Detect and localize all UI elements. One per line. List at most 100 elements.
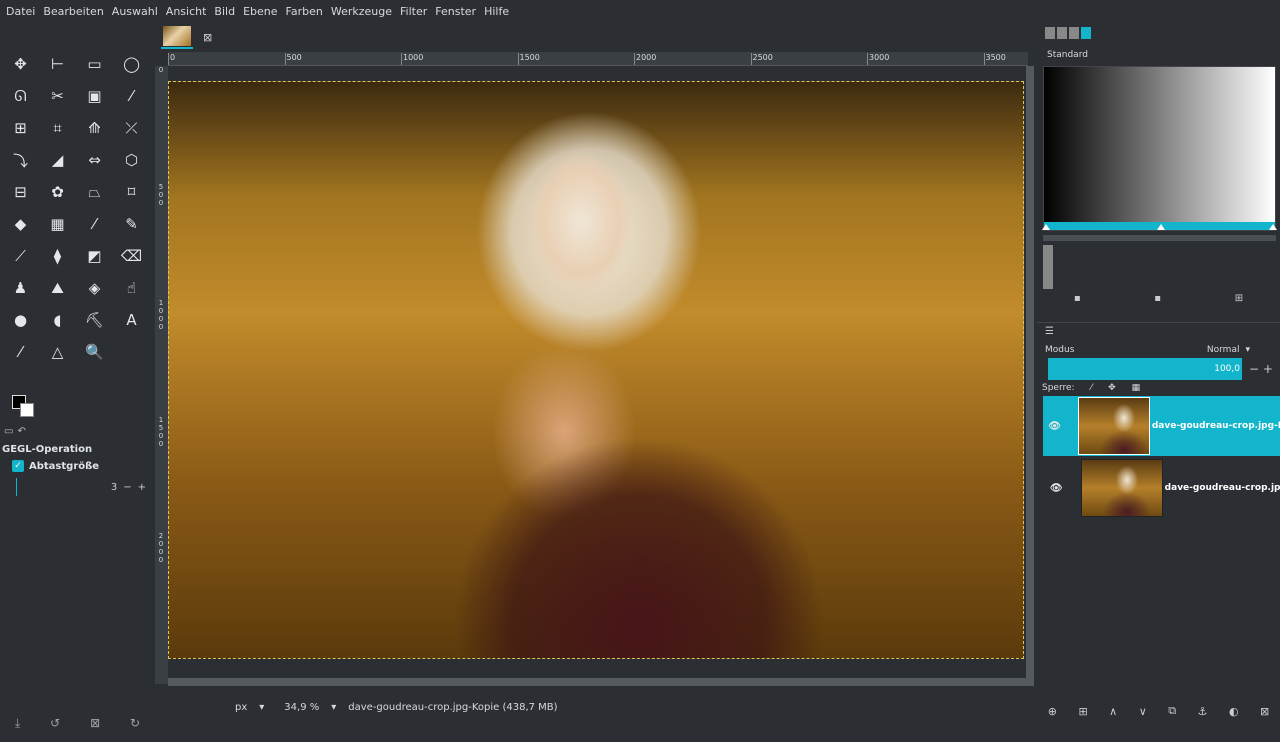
horizontal-ruler[interactable]: 0 500 1000 1500 2000 2500 3000 3500 — [168, 52, 1028, 66]
device-status-tab-icon[interactable]: ↶ — [17, 426, 25, 437]
plus-icon[interactable]: + — [138, 482, 146, 493]
horizontal-scrollbar[interactable] — [168, 678, 1028, 686]
color-select-icon[interactable]: ⊞ — [2, 112, 39, 144]
unified-transform-icon[interactable]: ⟰ — [76, 112, 113, 144]
bucket-fill-icon[interactable]: ⏢ — [76, 176, 113, 208]
chevron-down-icon[interactable]: ▾ — [259, 702, 264, 713]
brushes-tab[interactable] — [1045, 27, 1055, 39]
restore-options-icon[interactable]: ↺ — [50, 716, 60, 730]
clone-icon[interactable]: ♟ — [2, 272, 39, 304]
close-icon[interactable]: ⊠ — [203, 31, 212, 44]
free-select-icon[interactable]: ᘏ — [2, 80, 39, 112]
layer-row[interactable]: 👁 dave-goudreau-crop.jpg-Kopie — [1043, 396, 1280, 456]
color-swatches[interactable] — [12, 395, 42, 421]
sample-size-option[interactable]: ✓ Abtastgröße — [0, 457, 155, 475]
color-picker-icon[interactable]: ⁄ — [2, 336, 39, 368]
menu-item-fenster[interactable]: Fenster — [431, 5, 480, 18]
crop-icon[interactable]: ⌗ — [39, 112, 76, 144]
zoom-out-icon[interactable]: ▪ — [1074, 293, 1081, 304]
layer-name[interactable]: dave-goudreau-crop.jpg — [1165, 483, 1280, 493]
save-options-icon[interactable]: ⤓ — [15, 716, 20, 731]
patterns-tab[interactable] — [1057, 27, 1067, 39]
perspective-icon[interactable]: ⬡ — [113, 144, 150, 176]
menu-item-auswahl[interactable]: Auswahl — [108, 5, 162, 18]
mypaint-brush-icon[interactable]: ✿ — [39, 176, 76, 208]
background-color[interactable] — [20, 403, 34, 417]
gradient-stop-mid[interactable] — [1157, 224, 1165, 230]
airbrush-icon[interactable]: ⟋ — [2, 240, 39, 272]
paintbrush-icon[interactable]: ⁄ — [76, 208, 113, 240]
lock-position-icon[interactable]: ✥ — [1108, 383, 1116, 393]
handle-transform-icon[interactable]: ⇔ — [76, 144, 113, 176]
lock-alpha-icon[interactable]: ▦ — [1132, 383, 1141, 393]
smudge-fill-icon[interactable]: ◩ — [76, 240, 113, 272]
menu-item-werkzeuge[interactable]: Werkzeuge — [327, 5, 396, 18]
raise-layer-icon[interactable]: ∧ — [1109, 705, 1117, 718]
layers-tab-icon[interactable]: ☰ — [1045, 326, 1054, 337]
new-layer-icon[interactable]: ⊕ — [1048, 705, 1057, 718]
ellipse-select-icon[interactable]: ◯ — [113, 48, 150, 80]
gradients-tab[interactable] — [1081, 27, 1091, 39]
new-group-icon[interactable]: ⊞ — [1078, 705, 1087, 718]
eye-icon[interactable]: 👁 — [1043, 483, 1069, 494]
menu-item-filter[interactable]: Filter — [396, 5, 431, 18]
menu-item-bild[interactable]: Bild — [210, 5, 239, 18]
menu-item-bearbeiten[interactable]: Bearbeiten — [39, 5, 107, 18]
vertical-ruler[interactable]: 0 500 1000 1500 2000 — [155, 66, 168, 684]
move-icon[interactable]: ✥ — [2, 48, 39, 80]
mode-select[interactable]: Normal — [1207, 345, 1240, 355]
fuzzy-select-icon[interactable]: ⁄ — [113, 80, 150, 112]
sample-size-value[interactable]: 3 — [111, 482, 117, 493]
ink-icon[interactable]: ⧫ — [39, 240, 76, 272]
menu-item-farben[interactable]: Farben — [282, 5, 327, 18]
lower-layer-icon[interactable]: ∨ — [1139, 705, 1147, 718]
align-icon[interactable]: ⊢ — [39, 48, 76, 80]
minus-icon[interactable]: − — [123, 482, 131, 493]
blur-icon[interactable]: ◖ — [39, 304, 76, 336]
menu-item-hilfe[interactable]: Hilfe — [480, 5, 513, 18]
layer-row[interactable]: 👁 dave-goudreau-crop.jpg — [1043, 458, 1280, 518]
menu-item-ansicht[interactable]: Ansicht — [162, 5, 211, 18]
duplicate-layer-icon[interactable]: ⧉ — [1168, 704, 1176, 718]
text-icon[interactable]: A — [113, 304, 150, 336]
menu-item-datei[interactable]: Datei — [2, 5, 39, 18]
fonts-tab[interactable] — [1069, 27, 1079, 39]
gradient-stop-left[interactable] — [1042, 224, 1050, 230]
checkmark-icon[interactable]: ✓ — [12, 460, 24, 472]
heal-icon[interactable]: ⛰ — [39, 272, 76, 304]
gradient-stop-bar[interactable] — [1042, 222, 1277, 230]
foreground-select-icon[interactable]: ▣ — [76, 80, 113, 112]
unit-select[interactable]: px — [235, 702, 247, 713]
blend-icon[interactable]: ▦ — [39, 208, 76, 240]
perspective-clone-icon[interactable]: ◈ — [76, 272, 113, 304]
dodge-burn-icon[interactable]: ● — [2, 304, 39, 336]
minus-icon[interactable]: − — [1249, 362, 1259, 376]
shear-icon[interactable]: ◢ — [39, 144, 76, 176]
eraser-icon[interactable]: ⌫ — [113, 240, 150, 272]
smudge-icon[interactable]: ☝ — [113, 272, 150, 304]
image-tab[interactable] — [161, 25, 193, 49]
cage-transform-icon[interactable]: ⊟ — [2, 176, 39, 208]
layer-name[interactable]: dave-goudreau-crop.jpg-Kopie — [1152, 421, 1280, 431]
zoom-select[interactable]: 34,9 % — [284, 702, 319, 713]
mask-icon[interactable]: ◐ — [1229, 705, 1239, 718]
gradient-stop-right[interactable] — [1269, 224, 1277, 230]
chevron-down-icon[interactable]: ▾ — [331, 702, 336, 713]
paths-icon[interactable]: ⛏ — [76, 304, 113, 336]
reset-options-icon[interactable]: ↻ — [130, 716, 140, 730]
measure-icon[interactable]: △ — [39, 336, 76, 368]
sample-size-spinner[interactable]: 3 − + — [16, 478, 146, 496]
vertical-scrollbar[interactable] — [1026, 66, 1034, 686]
n-point-deform-icon[interactable]: ⌑ — [113, 176, 150, 208]
delete-layer-icon[interactable]: ⊠ — [1260, 705, 1269, 718]
plus-icon[interactable]: + — [1263, 362, 1273, 376]
lock-pixels-icon[interactable]: ⁄ — [1091, 383, 1093, 393]
zoom-in-icon[interactable]: ▪ — [1154, 293, 1161, 304]
zoom-fit-icon[interactable]: ⊞ — [1235, 293, 1243, 304]
tool-options-tab-icon[interactable]: ▭ — [4, 426, 13, 437]
warp-transform-icon[interactable]: ⤫ — [113, 112, 150, 144]
menu-item-ebene[interactable]: Ebene — [239, 5, 281, 18]
opacity-slider[interactable]: 100,0 — [1048, 358, 1242, 380]
eye-icon[interactable]: 👁 — [1043, 421, 1066, 432]
image-canvas[interactable] — [168, 81, 1024, 659]
